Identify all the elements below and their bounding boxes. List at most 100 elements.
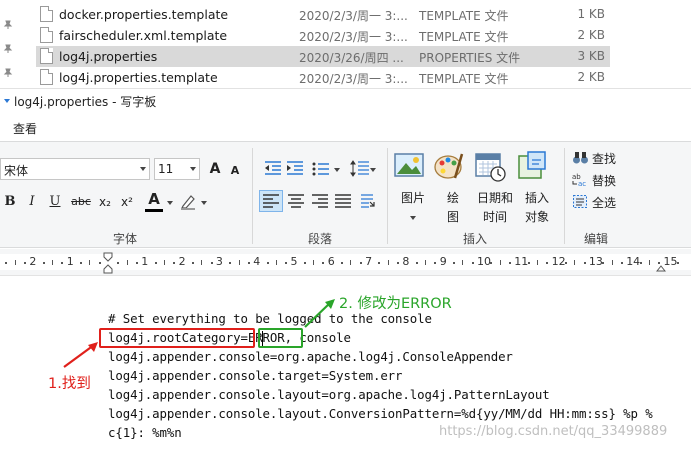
group-divider	[564, 148, 565, 244]
chevron-down-icon[interactable]	[370, 168, 376, 172]
ruler-tick	[648, 260, 650, 265]
ruler-tick	[191, 262, 194, 264]
ruler-number: 1	[141, 255, 149, 268]
superscript-button[interactable]: x²	[118, 191, 136, 213]
subscript-button[interactable]: x₂	[96, 191, 114, 213]
pin-icon[interactable]	[3, 68, 13, 78]
file-row-selected[interactable]: log4j.properties 2020/3/26/周四 ... PROPER…	[36, 46, 610, 67]
grow-font-button[interactable]: A	[207, 158, 223, 180]
chevron-down-icon	[140, 167, 146, 171]
ruler-tick	[453, 262, 456, 264]
datetime-label-text: 日期和 时间	[476, 191, 513, 224]
file-date: 2020/3/26/周四 ...	[299, 51, 404, 65]
font-family-select[interactable]: 宋体	[0, 158, 150, 180]
underline-button[interactable]: U	[47, 191, 63, 213]
ruler-tick	[499, 260, 501, 265]
chevron-down-icon[interactable]	[167, 201, 173, 205]
ruler-tick	[201, 260, 203, 265]
ruler-tick	[24, 262, 27, 264]
ruler-tick	[359, 262, 362, 264]
shrink-font-button[interactable]: A	[228, 160, 242, 182]
ruler-tick	[5, 262, 8, 264]
paint-drawing-button[interactable]: 绘 图	[433, 150, 473, 227]
pin-icon[interactable]	[3, 20, 13, 30]
file-size: 3 KB	[577, 49, 605, 63]
file-type: TEMPLATE 文件	[419, 30, 509, 44]
ribbon-tabs: 查看	[0, 112, 691, 142]
document-area[interactable]: # Set everything to be logged to the con…	[0, 277, 691, 450]
file-date: 2020/2/3/周一 3:...	[299, 9, 408, 23]
chevron-down-icon[interactable]	[334, 168, 340, 172]
select-all-button[interactable]: 全选	[572, 192, 622, 212]
insert-datetime-button[interactable]: 日期和 时间	[474, 150, 516, 227]
ruler[interactable]: 321123456789101112131415	[0, 249, 691, 276]
find-button[interactable]: 查找	[572, 148, 622, 168]
highlight-box-find	[99, 328, 255, 348]
tab-view[interactable]: 查看	[13, 120, 37, 137]
italic-button[interactable]: I	[24, 191, 40, 213]
ruler-tick	[89, 260, 91, 265]
highlight-box-change	[258, 328, 303, 348]
insert-picture-button[interactable]: 图片	[393, 150, 433, 220]
right-indent-marker-icon[interactable]	[656, 262, 666, 272]
ruler-tick	[564, 262, 567, 264]
indent-marker-icon[interactable]	[103, 252, 113, 274]
align-left-icon	[263, 194, 279, 208]
doc-line-pattern-cont: c{1}: %m%n	[108, 425, 182, 440]
font-size-select[interactable]: 11	[154, 158, 200, 180]
paragraph-settings-icon[interactable]	[359, 193, 375, 209]
doc-line-comment: # Set everything to be logged to the con…	[108, 311, 432, 326]
file-row[interactable]: log4j.properties.template 2020/2/3/周一 3:…	[36, 67, 610, 88]
ruler-tick	[163, 260, 165, 265]
strikethrough-button[interactable]: abc	[70, 191, 92, 213]
object-label-text: 插入 对象	[524, 191, 549, 224]
ruler-tick	[341, 262, 344, 264]
align-left-button[interactable]	[259, 190, 283, 212]
ruler-tick	[676, 262, 679, 264]
insert-object-button[interactable]: 插入 对象	[516, 150, 558, 227]
ruler-tick	[266, 262, 269, 264]
ruler-tick	[154, 262, 157, 264]
bold-button[interactable]: B	[2, 191, 18, 213]
ruler-tick	[229, 262, 232, 264]
replace-icon: ab ac	[572, 173, 586, 187]
align-center-icon[interactable]	[288, 194, 304, 208]
ruler-number: 1	[66, 255, 74, 268]
ruler-tick	[490, 262, 493, 264]
highlight-pen-icon[interactable]	[179, 193, 197, 211]
quick-access-dropdown-icon[interactable]	[4, 98, 10, 104]
doc-line-layout: log4j.appender.console.layout=org.apache…	[108, 387, 550, 402]
ruler-tick	[397, 262, 400, 264]
calendar-clock-icon	[475, 153, 506, 182]
file-row[interactable]: fairscheduler.xml.template 2020/2/3/周一 3…	[36, 25, 610, 46]
ruler-tick	[611, 260, 613, 265]
line-spacing-icon[interactable]	[350, 160, 370, 177]
replace-button[interactable]: ab ac 替换	[572, 170, 622, 190]
ruler-tick	[52, 260, 54, 265]
bullet-list-icon[interactable]	[312, 161, 330, 177]
font-group-label: 字体	[112, 232, 137, 246]
ruler-tick	[471, 262, 474, 264]
ruler-tick	[602, 262, 605, 264]
group-divider	[252, 148, 253, 244]
pin-icon[interactable]	[3, 44, 13, 54]
file-icon	[40, 48, 53, 64]
insert-group-label: 插入	[462, 232, 487, 246]
ruler-number: 8	[402, 255, 410, 268]
ruler-tick	[425, 260, 427, 265]
justify-icon[interactable]	[335, 194, 351, 208]
ruler-number: 11	[514, 255, 529, 268]
ruler-tick	[173, 262, 176, 264]
ruler-number: 5	[290, 255, 298, 268]
font-color-button[interactable]: A	[145, 189, 163, 211]
file-row[interactable]: docker.properties.template 2020/2/3/周一 3…	[36, 4, 610, 25]
decrease-indent-icon[interactable]	[264, 160, 282, 176]
ruler-number: 6	[327, 255, 335, 268]
ruler-tick	[210, 262, 213, 264]
ruler-number: 4	[253, 255, 261, 268]
increase-indent-icon[interactable]	[286, 160, 304, 176]
chevron-down-icon[interactable]	[201, 201, 207, 205]
ruler-tick	[546, 262, 549, 264]
align-right-icon[interactable]	[312, 194, 328, 208]
object-label: 插入 对象	[516, 189, 558, 227]
